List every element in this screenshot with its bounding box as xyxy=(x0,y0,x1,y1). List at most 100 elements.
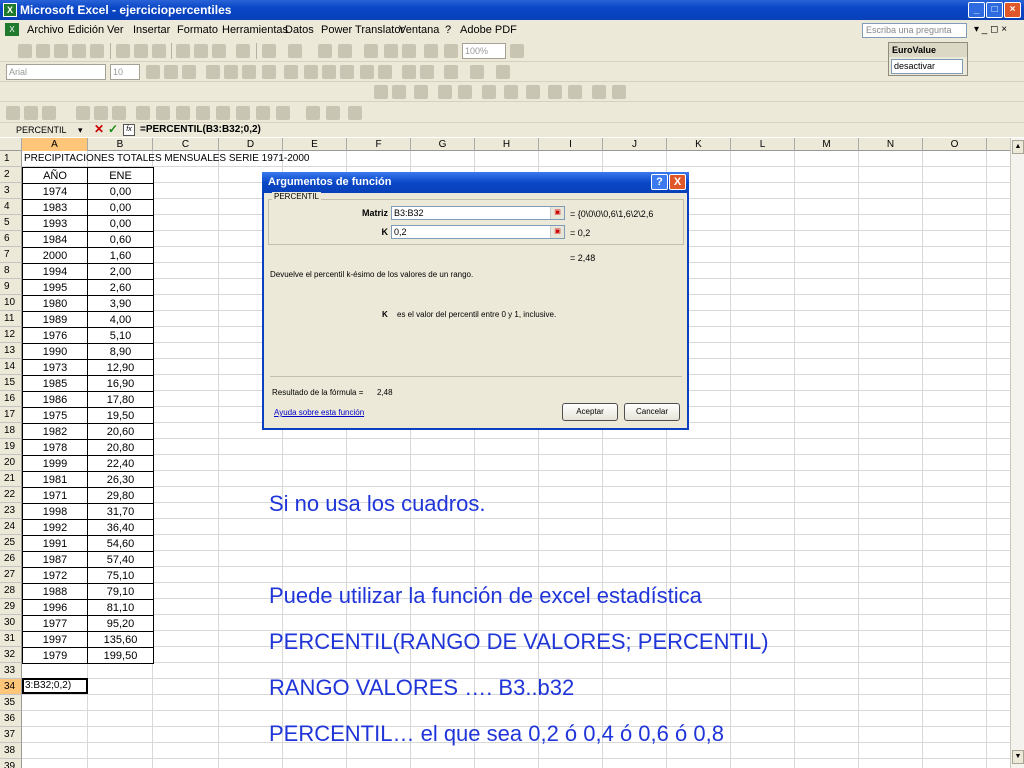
underline-icon[interactable] xyxy=(182,65,196,79)
percent-icon[interactable] xyxy=(322,65,336,79)
tools-icon[interactable] xyxy=(348,106,362,120)
year-cell[interactable]: 1993 xyxy=(22,215,88,232)
year-cell[interactable]: 1998 xyxy=(22,503,88,520)
row-header[interactable]: 11 xyxy=(0,311,22,327)
row-header[interactable]: 38 xyxy=(0,743,22,759)
zoom-select[interactable]: 100% xyxy=(462,43,506,59)
value-cell[interactable]: 0,60 xyxy=(87,231,154,248)
row-header[interactable]: 2 xyxy=(0,167,22,183)
align-center-icon[interactable] xyxy=(224,65,238,79)
minimize-icon[interactable]: _ xyxy=(968,2,985,18)
font-color-icon[interactable] xyxy=(496,65,510,79)
fill-color-icon[interactable] xyxy=(470,65,484,79)
menu-insertar[interactable]: Insertar xyxy=(133,20,170,40)
name-box-dropdown-icon[interactable]: ▾ xyxy=(78,123,83,137)
header-cell-year[interactable]: AÑO xyxy=(22,167,88,184)
menu-ventana[interactable]: Ventana xyxy=(399,20,439,40)
name-box[interactable]: PERCENTIL xyxy=(2,123,88,137)
scroll-control-icon[interactable] xyxy=(216,106,230,120)
menu-power-translator[interactable]: Power Translator xyxy=(321,20,404,40)
bold-icon[interactable] xyxy=(146,65,160,79)
value-cell[interactable]: 20,60 xyxy=(87,423,154,440)
menu-formato[interactable]: Formato xyxy=(177,20,218,40)
spelling-icon[interactable] xyxy=(152,44,166,58)
row-header[interactable]: 15 xyxy=(0,375,22,391)
autosum-icon[interactable] xyxy=(338,44,352,58)
row-header[interactable]: 27 xyxy=(0,567,22,583)
vertical-scrollbar[interactable]: ▲ ▼ xyxy=(1010,138,1024,768)
pdf-icon[interactable] xyxy=(6,106,20,120)
select-all-corner[interactable] xyxy=(0,138,22,151)
show-watch-icon[interactable] xyxy=(548,85,562,99)
year-cell[interactable]: 1984 xyxy=(22,231,88,248)
sheet-title-cell[interactable]: PRECIPITACIONES TOTALES MENSUALES SERIE … xyxy=(24,152,309,166)
column-header-c[interactable]: C xyxy=(153,138,219,151)
row-header[interactable]: 31 xyxy=(0,631,22,647)
menu-adobe-pdf[interactable]: Adobe PDF xyxy=(460,20,517,40)
row-header[interactable]: 13 xyxy=(0,343,22,359)
value-cell[interactable]: 1,60 xyxy=(87,247,154,264)
workbook-icon[interactable]: X xyxy=(5,23,19,36)
row-header[interactable]: 4 xyxy=(0,199,22,215)
column-header-f[interactable]: F xyxy=(347,138,411,151)
copy-icon[interactable] xyxy=(194,44,208,58)
clear-circles-icon[interactable] xyxy=(526,85,540,99)
new-icon[interactable] xyxy=(18,44,32,58)
column-header-g[interactable]: G xyxy=(411,138,475,151)
value-cell[interactable]: 20,80 xyxy=(87,439,154,456)
column-header-j[interactable]: J xyxy=(603,138,667,151)
cancel-button[interactable]: Cancelar xyxy=(624,403,680,421)
year-cell[interactable]: 1995 xyxy=(22,279,88,296)
column-header-a[interactable]: A xyxy=(22,138,88,151)
year-cell[interactable]: 1987 xyxy=(22,551,88,568)
value-cell[interactable]: 22,40 xyxy=(87,455,154,472)
drawing-icon[interactable] xyxy=(444,44,458,58)
cancel-entry-icon[interactable]: ✕ xyxy=(94,122,104,136)
option-control-icon[interactable] xyxy=(156,106,170,120)
year-cell[interactable]: 1999 xyxy=(22,455,88,472)
excel-app-icon[interactable]: X xyxy=(3,3,17,17)
font-size-select[interactable]: 10 xyxy=(110,64,140,80)
year-cell[interactable]: 1980 xyxy=(22,295,88,312)
row-header[interactable]: 39 xyxy=(0,759,22,768)
year-cell[interactable]: 1992 xyxy=(22,519,88,536)
column-header-e[interactable]: E xyxy=(283,138,347,151)
value-cell[interactable]: 81,10 xyxy=(87,599,154,616)
value-cell[interactable]: 199,50 xyxy=(87,647,154,664)
row-header[interactable]: 6 xyxy=(0,231,22,247)
year-cell[interactable]: 1989 xyxy=(22,311,88,328)
year-cell[interactable]: 1973 xyxy=(22,359,88,376)
permission-icon[interactable] xyxy=(72,44,86,58)
year-cell[interactable]: 1979 xyxy=(22,647,88,664)
year-cell[interactable]: 1971 xyxy=(22,487,88,504)
value-cell[interactable]: 4,00 xyxy=(87,311,154,328)
row-header[interactable]: 21 xyxy=(0,471,22,487)
cut-icon[interactable] xyxy=(176,44,190,58)
row-header[interactable]: 30 xyxy=(0,615,22,631)
value-cell[interactable]: 2,60 xyxy=(87,279,154,296)
value-cell[interactable]: 0,00 xyxy=(87,183,154,200)
eurovalue-title[interactable]: EuroValue xyxy=(889,43,967,57)
decrease-indent-icon[interactable] xyxy=(402,65,416,79)
sort-ascending-icon[interactable] xyxy=(384,44,398,58)
menu-edicion[interactable]: Edición xyxy=(68,20,104,40)
value-cell[interactable]: 135,60 xyxy=(87,631,154,648)
row-header[interactable]: 1 xyxy=(0,151,22,167)
image-icon[interactable] xyxy=(326,106,340,120)
row-header[interactable]: 28 xyxy=(0,583,22,599)
year-cell[interactable]: 1985 xyxy=(22,375,88,392)
sort-descending-icon[interactable] xyxy=(402,44,416,58)
scroll-up-icon[interactable]: ▲ xyxy=(1012,140,1024,154)
year-cell[interactable]: 1981 xyxy=(22,471,88,488)
collapse-dialog-icon[interactable]: ▣ xyxy=(550,207,564,219)
decrease-decimal-icon[interactable] xyxy=(378,65,392,79)
value-cell[interactable]: 31,70 xyxy=(87,503,154,520)
value-cell[interactable]: 5,10 xyxy=(87,327,154,344)
year-cell[interactable]: 1990 xyxy=(22,343,88,360)
row-header[interactable]: 25 xyxy=(0,535,22,551)
row-header[interactable]: 8 xyxy=(0,263,22,279)
print-icon[interactable] xyxy=(116,44,130,58)
dialog-title[interactable]: Argumentos de función xyxy=(262,172,689,193)
column-header-n[interactable]: N xyxy=(859,138,923,151)
row-header[interactable]: 12 xyxy=(0,327,22,343)
